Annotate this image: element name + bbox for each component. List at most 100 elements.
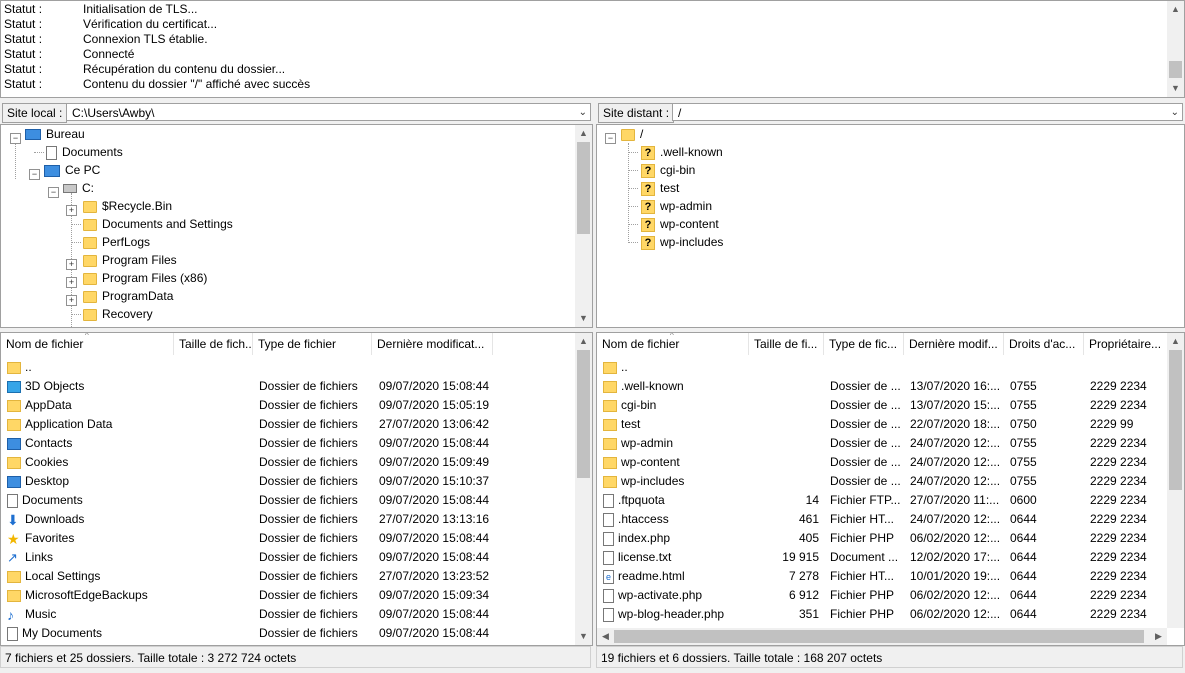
log-scrollbar[interactable]: ▲ ▼ — [1167, 1, 1184, 97]
scroll-thumb[interactable] — [577, 350, 590, 478]
table-row[interactable]: Application Data Dossier de fichiers 27/07… — [1, 415, 574, 434]
collapse-icon[interactable]: − — [48, 187, 59, 198]
cell-perm: 0755 — [1010, 377, 1082, 396]
table-row[interactable]: Local Settings Dossier de fichiers 27/07/2… — [1, 567, 574, 586]
cell-name: Local Settings — [7, 567, 173, 586]
unknown-folder-icon: ? — [641, 235, 655, 250]
collapse-icon[interactable]: − — [605, 133, 616, 144]
cell-text: Dossier de fichiers — [259, 436, 358, 450]
table-row[interactable]: wp-activate.php 6 912 Fichier PHP 06/02/202… — [597, 586, 1166, 605]
table-row[interactable]: AppData Dossier de fichiers 09/07/2020 15:… — [1, 396, 574, 415]
scroll-up-icon[interactable]: ▲ — [575, 125, 592, 142]
tree-item[interactable]: ? test — [641, 179, 679, 197]
table-row[interactable]: index.php 405 Fichier PHP 06/02/2020 12:...… — [597, 529, 1166, 548]
tree-item[interactable]: $Recycle.Bin — [83, 197, 172, 215]
tree-item-c-drive[interactable]: C: — [63, 179, 94, 197]
scroll-thumb[interactable] — [1169, 61, 1182, 78]
local-file-list[interactable]: Nom de fichier Taille de fich... Type de… — [0, 332, 593, 646]
table-row[interactable]: Contacts Dossier de fichiers 09/07/2020 15… — [1, 434, 574, 453]
table-row[interactable]: .. — [1, 358, 574, 377]
tree-item[interactable]: ProgramData — [83, 287, 173, 305]
tree-item[interactable]: ? cgi-bin — [641, 161, 695, 179]
tree-item[interactable]: ? wp-admin — [641, 197, 712, 215]
scroll-thumb[interactable] — [577, 142, 590, 234]
tree-item-bureau[interactable]: Bureau — [25, 125, 85, 143]
scroll-down-icon[interactable]: ▼ — [1167, 80, 1184, 97]
cell-text: 06/02/2020 12:... — [910, 588, 1001, 602]
tree-item-root[interactable]: / — [621, 125, 643, 143]
local-directory-tree[interactable]: − Bureau Documents − Ce PC − C: + $Recycl… — [0, 124, 593, 328]
expand-icon[interactable]: + — [66, 205, 77, 216]
table-row[interactable]: wp-blog-header.php 351 Fichier PHP 06/02/20… — [597, 605, 1166, 624]
column-header-modified[interactable]: Dernière modif... — [904, 333, 1004, 355]
table-row[interactable]: 3D Objects Dossier de fichiers 09/07/2020 … — [1, 377, 574, 396]
tree-item[interactable]: ? .well-known — [641, 143, 723, 161]
tree-item[interactable]: Program Files — [83, 251, 177, 269]
column-header-type[interactable]: Type de fic... — [824, 333, 904, 355]
tree-item[interactable]: Program Files (x86) — [83, 269, 207, 287]
scroll-thumb[interactable] — [614, 630, 1144, 643]
column-header-size[interactable]: Taille de fich... — [174, 333, 253, 355]
table-row[interactable]: wp-content Dossier de ... 24/07/2020 12:..… — [597, 453, 1166, 472]
scroll-right-icon[interactable]: ▶ — [1150, 628, 1167, 645]
table-row[interactable]: license.txt 19 915 Document ... 12/02/2020 … — [597, 548, 1166, 567]
table-row[interactable]: cgi-bin Dossier de ... 13/07/2020 15:... 07… — [597, 396, 1166, 415]
local-path-combo[interactable]: C:\Users\Awby\ ⌄ — [66, 103, 591, 121]
tree-item[interactable]: Recovery — [83, 305, 153, 323]
table-row[interactable]: .well-known Dossier de ... 13/07/2020 16:.… — [597, 377, 1166, 396]
tree-item-documents[interactable]: Documents — [46, 143, 123, 161]
column-header-modified[interactable]: Dernière modificat... — [372, 333, 493, 355]
scroll-thumb[interactable] — [1169, 350, 1182, 490]
column-header-permissions[interactable]: Droits d'ac... — [1004, 333, 1084, 355]
local-tree-scrollbar[interactable]: ▲ ▼ — [575, 125, 592, 327]
remote-list-scrollbar[interactable]: ▲ — [1167, 333, 1184, 628]
table-row[interactable]: wp-admin Dossier de ... 24/07/2020 12:... 0… — [597, 434, 1166, 453]
table-row[interactable]: Cookies Dossier de fichiers 09/07/2020 15:… — [1, 453, 574, 472]
expand-icon[interactable]: + — [66, 259, 77, 270]
table-row[interactable]: MicrosoftEdgeBackups Dossier de fichiers 0… — [1, 586, 574, 605]
table-row[interactable]: test Dossier de ... 22/07/2020 18:... 0750 2… — [597, 415, 1166, 434]
expand-icon[interactable]: + — [66, 277, 77, 288]
scroll-up-icon[interactable]: ▲ — [1167, 333, 1184, 350]
collapse-icon[interactable]: − — [10, 133, 21, 144]
table-row[interactable]: ⬇ Downloads Dossier de fichiers 27/07/2020 … — [1, 510, 574, 529]
scroll-down-icon[interactable]: ▼ — [575, 628, 592, 645]
chevron-down-icon[interactable]: ⌄ — [1171, 104, 1179, 122]
table-row[interactable]: My Documents Dossier de fichiers 09/07/202… — [1, 624, 574, 643]
tree-item[interactable]: PerfLogs — [83, 233, 150, 251]
table-row[interactable]: .ftpquota 14 Fichier FTP... 27/07/2020 11:.… — [597, 491, 1166, 510]
tree-item[interactable]: ? wp-includes — [641, 233, 723, 251]
table-row[interactable]: wp-includes Dossier de ... 24/07/2020 12:.… — [597, 472, 1166, 491]
tree-item[interactable]: ? wp-content — [641, 215, 719, 233]
remote-directory-tree[interactable]: − / ? .well-known? cgi-bin? test? wp-admin? w… — [596, 124, 1185, 328]
message-log[interactable]: Statut : Initialisation de TLS... Statut :… — [0, 0, 1185, 98]
cell-date: 13/07/2020 15:... — [910, 396, 1002, 415]
expand-icon[interactable]: + — [66, 295, 77, 306]
tree-item-ce-pc[interactable]: Ce PC — [44, 161, 100, 179]
table-row[interactable]: e readme.html 7 278 Fichier HT... 10/01/2020… — [597, 567, 1166, 586]
scroll-left-icon[interactable]: ◀ — [597, 628, 614, 645]
column-header-type[interactable]: Type de fichier — [253, 333, 372, 355]
tree-item[interactable]: Documents and Settings — [83, 215, 233, 233]
table-row[interactable]: ↗ Links Dossier de fichiers 09/07/2020 15:0… — [1, 548, 574, 567]
chevron-down-icon[interactable]: ⌄ — [579, 104, 587, 122]
table-row[interactable]: .. — [597, 358, 1166, 377]
table-row[interactable]: .htaccess 461 Fichier HT... 24/07/2020 12:.… — [597, 510, 1166, 529]
table-row[interactable]: Documents Dossier de fichiers 09/07/2020 1… — [1, 491, 574, 510]
local-list-scrollbar[interactable]: ▲ ▼ — [575, 333, 592, 645]
collapse-icon[interactable]: − — [29, 169, 40, 180]
column-header-owner[interactable]: Propriétaire... — [1084, 333, 1168, 355]
table-row[interactable]: ♪ Music Dossier de fichiers 09/07/2020 15:0… — [1, 605, 574, 624]
scroll-up-icon[interactable]: ▲ — [1167, 1, 1184, 18]
scroll-up-icon[interactable]: ▲ — [575, 333, 592, 350]
remote-file-list[interactable]: Nom de fichier Taille de fi... Type de f… — [596, 332, 1185, 646]
table-row[interactable]: ★ Favorites Dossier de fichiers 09/07/2020 … — [1, 529, 574, 548]
remote-list-hscrollbar[interactable]: ◀ ▶ — [597, 628, 1167, 645]
column-header-size[interactable]: Taille de fi... — [749, 333, 824, 355]
remote-path-combo[interactable]: / ⌄ — [672, 103, 1183, 121]
scroll-down-icon[interactable]: ▼ — [575, 310, 592, 327]
cell-type: Document ... — [830, 548, 902, 567]
table-row[interactable]: Desktop Dossier de fichiers 09/07/2020 15:… — [1, 472, 574, 491]
unknown-folder-icon: ? — [641, 217, 655, 232]
cell-text: 0750 — [1010, 417, 1037, 431]
